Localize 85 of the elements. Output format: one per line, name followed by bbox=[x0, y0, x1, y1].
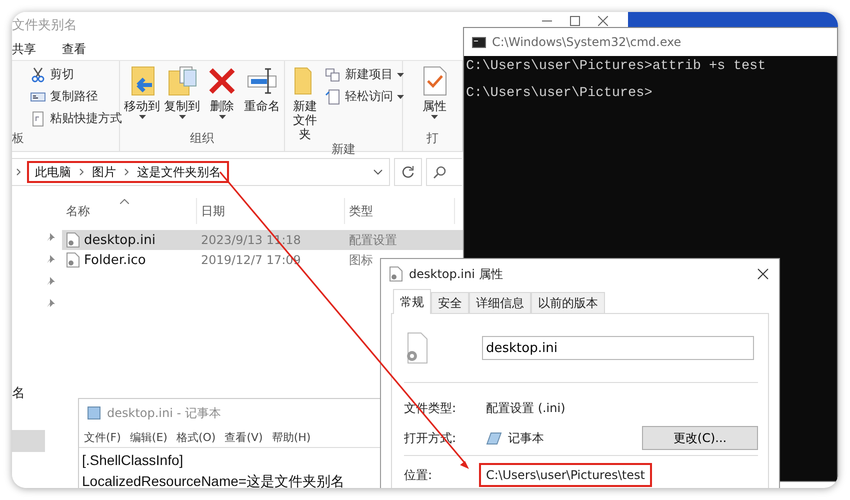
ribbon-button[interactable]: 属性 bbox=[411, 65, 458, 130]
maximize-icon[interactable] bbox=[570, 16, 580, 26]
tab[interactable]: 以前的版本 bbox=[531, 292, 605, 313]
terminal-icon bbox=[472, 36, 486, 48]
pin-icon bbox=[46, 232, 56, 242]
tab[interactable]: 常规 bbox=[393, 289, 431, 314]
ribbon-tab[interactable]: 查看 bbox=[62, 40, 86, 58]
settings-file-icon bbox=[66, 232, 80, 248]
column-header[interactable]: 类型 bbox=[345, 198, 455, 224]
window-title: desktop.ini - 记事本 bbox=[107, 404, 221, 422]
field-value: 记事本 bbox=[508, 430, 544, 446]
column-header[interactable]: 日期 bbox=[197, 198, 345, 224]
menu-item[interactable]: 帮助(H) bbox=[272, 430, 311, 444]
name-field[interactable]: desktop.ini bbox=[482, 336, 754, 360]
field-value: C:\Users\user\Pictures\test bbox=[486, 468, 645, 482]
refresh-icon bbox=[401, 165, 415, 179]
caret-icon bbox=[178, 115, 186, 119]
chevron-icon bbox=[79, 168, 84, 176]
ribbon-button[interactable]: 轻松访问 bbox=[325, 87, 404, 106]
settings-file-icon bbox=[389, 266, 403, 282]
text-line: LocalizedResourceName=这是文件夹别名 bbox=[82, 472, 345, 488]
terminal-line: C:\Users\user\Pictures>attrib +s test bbox=[466, 59, 767, 74]
refresh-button[interactable] bbox=[394, 158, 422, 186]
menu-item[interactable]: 格式(O) bbox=[176, 430, 216, 444]
column-header[interactable]: 名称 bbox=[62, 198, 197, 224]
caret-icon bbox=[397, 72, 404, 76]
search-field[interactable] bbox=[426, 158, 462, 186]
breadcrumb[interactable]: 这是文件夹别名 bbox=[137, 164, 221, 180]
address-bar[interactable]: 此电脑 图片 这是文件夹别名 bbox=[12, 158, 390, 186]
table-cell-text: 配置设置 bbox=[348, 232, 398, 248]
ribbon-button[interactable]: 复制到 bbox=[164, 65, 200, 130]
notepad-icon bbox=[87, 406, 101, 420]
group-label: 组织 bbox=[189, 130, 215, 147]
ribbon-button[interactable]: 新建项目 bbox=[325, 65, 404, 84]
field-label: 位置: bbox=[404, 466, 434, 484]
group-label: 打 bbox=[426, 130, 440, 147]
shortcut-icon bbox=[30, 110, 46, 126]
new-item-icon bbox=[325, 66, 341, 82]
group-label: 板 bbox=[12, 130, 25, 147]
caret-icon bbox=[397, 94, 404, 98]
search-icon bbox=[433, 166, 446, 178]
tab[interactable]: 详细信息 bbox=[469, 292, 531, 313]
caret-icon bbox=[218, 115, 226, 119]
pin-icon bbox=[46, 298, 56, 308]
dropdown-icon[interactable] bbox=[373, 169, 383, 175]
copy-to-icon bbox=[166, 65, 198, 97]
pin-icon bbox=[46, 276, 56, 286]
pin-icon bbox=[46, 254, 56, 264]
chevron-icon bbox=[124, 168, 129, 176]
caret-icon bbox=[138, 115, 146, 119]
file-icon bbox=[66, 252, 80, 268]
close-icon[interactable] bbox=[598, 16, 608, 26]
ribbon-button[interactable]: 复制路径 bbox=[30, 87, 122, 106]
field-value: 配置设置 (.ini) bbox=[486, 400, 566, 416]
chevron-icon bbox=[16, 168, 21, 176]
ribbon-button[interactable]: 移动到 bbox=[124, 65, 160, 130]
scissors-icon bbox=[30, 66, 46, 82]
settings-file-icon bbox=[404, 332, 430, 364]
window-title: C:\Windows\System32\cmd.exe bbox=[492, 35, 682, 49]
dialog-title: desktop.ini 属性 bbox=[409, 266, 503, 282]
breadcrumb[interactable]: 图片 bbox=[92, 164, 116, 180]
notepad-icon bbox=[486, 431, 502, 445]
ribbon-tab[interactable]: 共享 bbox=[12, 40, 36, 58]
window-title: 文件夹别名 bbox=[12, 17, 77, 34]
ribbon-button[interactable]: 剪切 bbox=[30, 65, 122, 84]
ribbon-button[interactable]: 粘贴快捷方式 bbox=[30, 109, 122, 128]
terminal-line: C:\Users\user\Pictures> bbox=[466, 86, 654, 101]
file-name: desktop.ini bbox=[62, 232, 197, 248]
file-name: Folder.ico bbox=[62, 252, 197, 268]
ribbon-button[interactable]: 新建文件夹 bbox=[289, 65, 321, 141]
text-line: [.ShellClassInfo] bbox=[82, 451, 184, 470]
caret-icon bbox=[431, 115, 438, 119]
tab[interactable]: 安全 bbox=[431, 292, 469, 313]
table-cell-text: 图标 bbox=[348, 252, 374, 268]
ribbon-button[interactable]: 重命名 bbox=[244, 65, 280, 130]
easy-access-icon bbox=[325, 88, 341, 104]
breadcrumb[interactable]: 此电脑 bbox=[35, 164, 71, 180]
menu-item[interactable]: 文件(F) bbox=[84, 430, 121, 444]
menu-item[interactable]: 查看(V) bbox=[224, 430, 263, 444]
group-label: 新建 bbox=[330, 141, 356, 158]
ribbon-button[interactable]: 删除 bbox=[204, 65, 240, 130]
menu-item[interactable]: 编辑(E) bbox=[130, 430, 168, 444]
nav-item[interactable]: 名 bbox=[12, 382, 45, 404]
change-button[interactable]: 更改(C)... bbox=[642, 426, 758, 450]
close-icon[interactable] bbox=[757, 268, 769, 280]
